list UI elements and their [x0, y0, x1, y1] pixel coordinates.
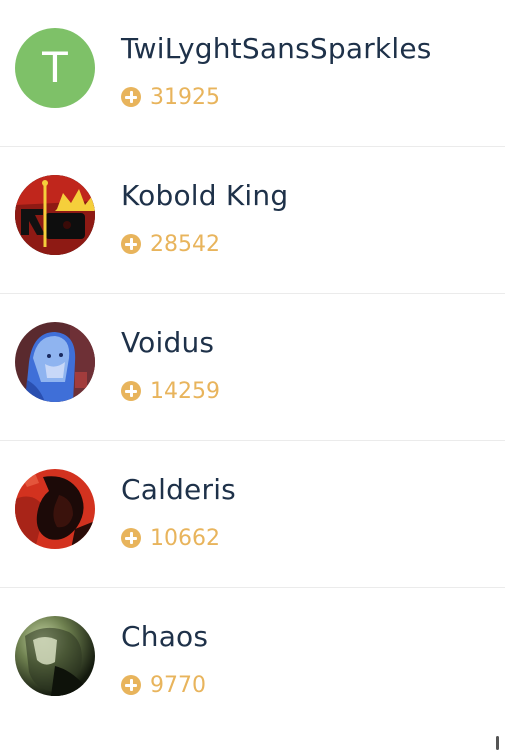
- avatar[interactable]: [15, 322, 95, 402]
- list-item[interactable]: T TwiLyghtSansSparkles 31925: [0, 0, 505, 147]
- leaderboard-list: T TwiLyghtSansSparkles 31925 Kobold King: [0, 0, 505, 735]
- list-item[interactable]: Voidus 14259: [0, 294, 505, 441]
- plus-circle-icon: [121, 381, 141, 401]
- list-item[interactable]: Kobold King 28542: [0, 147, 505, 294]
- list-item[interactable]: Calderis 10662: [0, 441, 505, 588]
- avatar[interactable]: T: [15, 28, 95, 108]
- avatar[interactable]: [15, 175, 95, 255]
- username[interactable]: Kobold King: [121, 179, 288, 212]
- username[interactable]: Chaos: [121, 620, 208, 653]
- points-row: 9770: [121, 672, 206, 698]
- avatar[interactable]: [15, 616, 95, 696]
- points-value: 28542: [150, 231, 220, 257]
- points-value: 31925: [150, 84, 220, 110]
- username[interactable]: TwiLyghtSansSparkles: [121, 32, 432, 65]
- list-item[interactable]: Chaos 9770: [0, 588, 505, 735]
- points-value: 10662: [150, 525, 220, 551]
- plus-circle-icon: [121, 234, 141, 254]
- username[interactable]: Voidus: [121, 326, 214, 359]
- points-row: 10662: [121, 525, 220, 551]
- points-value: 14259: [150, 378, 220, 404]
- points-value: 9770: [150, 672, 206, 698]
- plus-circle-icon: [121, 528, 141, 548]
- scrollbar[interactable]: [496, 736, 499, 750]
- points-row: 14259: [121, 378, 220, 404]
- plus-circle-icon: [121, 675, 141, 695]
- points-row: 31925: [121, 84, 220, 110]
- plus-circle-icon: [121, 87, 141, 107]
- username[interactable]: Calderis: [121, 473, 236, 506]
- points-row: 28542: [121, 231, 220, 257]
- avatar[interactable]: [15, 469, 95, 549]
